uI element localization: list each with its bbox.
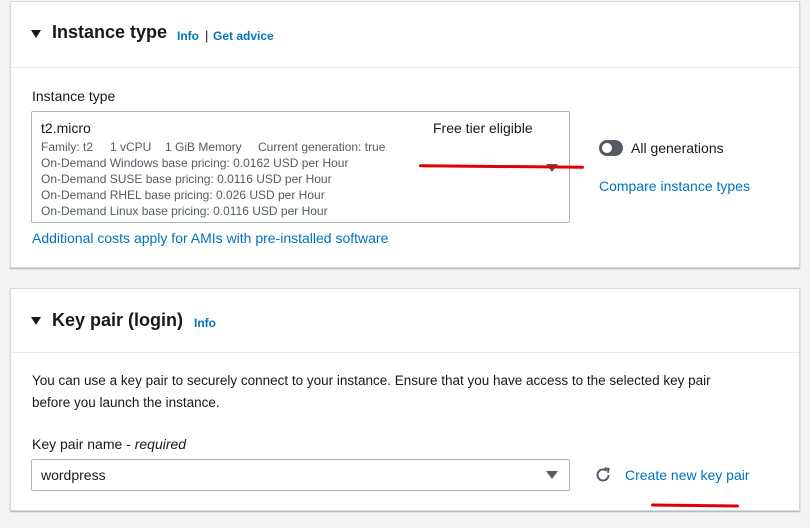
instance-generation: Current generation: true (258, 140, 386, 154)
pricing-linux: On-Demand Linux base pricing: 0.0116 USD… (41, 204, 328, 218)
pricing-rhel: On-Demand RHEL base pricing: 0.026 USD p… (41, 188, 325, 202)
instance-family: Family: t2 (41, 140, 94, 154)
instance-type-name: t2.micro (41, 120, 91, 136)
instance-type-panel: Instance type Info | Get advice Instance… (10, 1, 800, 268)
all-generations-label: All generations (631, 140, 724, 156)
header-separator: | (205, 28, 209, 43)
key-pair-header: Key pair (login) Info (11, 289, 799, 353)
refresh-icon[interactable] (594, 466, 612, 484)
additional-costs-link[interactable]: Additional costs apply for AMIs with pre… (32, 230, 388, 246)
collapse-caret-icon[interactable] (31, 317, 41, 325)
instance-type-title: Instance type (52, 22, 168, 42)
free-tier-badge: Free tier eligible (433, 120, 533, 136)
all-generations-toggle[interactable] (599, 140, 623, 156)
key-pair-description-line1: You can use a key pair to securely conne… (32, 373, 711, 388)
toggle-knob (602, 143, 612, 153)
key-pair-label-text: Key pair name - (32, 436, 135, 452)
dropdown-arrow-icon[interactable] (546, 471, 558, 479)
pricing-suse: On-Demand SUSE base pricing: 0.0116 USD … (41, 172, 332, 186)
key-pair-select[interactable]: wordpress (31, 459, 570, 491)
key-pair-panel: Key pair (login) Info You can use a key … (10, 288, 800, 511)
create-new-key-pair-link[interactable]: Create new key pair (625, 467, 750, 483)
red-annotation-underline (650, 503, 740, 508)
key-pair-description-line2: before you launch the instance. (32, 395, 220, 410)
instance-type-field-label: Instance type (32, 88, 116, 104)
key-pair-name-label: Key pair name - required (32, 436, 186, 452)
instance-vcpu: 1 vCPU (110, 140, 152, 154)
instance-type-info-link[interactable]: Info (177, 29, 199, 43)
compare-instance-types-link[interactable]: Compare instance types (599, 178, 750, 194)
required-indicator: required (134, 436, 187, 452)
collapse-caret-icon[interactable] (31, 30, 41, 38)
instance-memory: 1 GiB Memory (165, 140, 242, 154)
key-pair-selected-value: wordpress (41, 467, 106, 483)
key-pair-title: Key pair (login) (52, 310, 184, 330)
instance-type-header: Instance type Info | Get advice (11, 2, 799, 68)
key-pair-info-link[interactable]: Info (194, 316, 216, 330)
get-advice-link[interactable]: Get advice (213, 29, 274, 43)
pricing-windows: On-Demand Windows base pricing: 0.0162 U… (41, 156, 349, 170)
